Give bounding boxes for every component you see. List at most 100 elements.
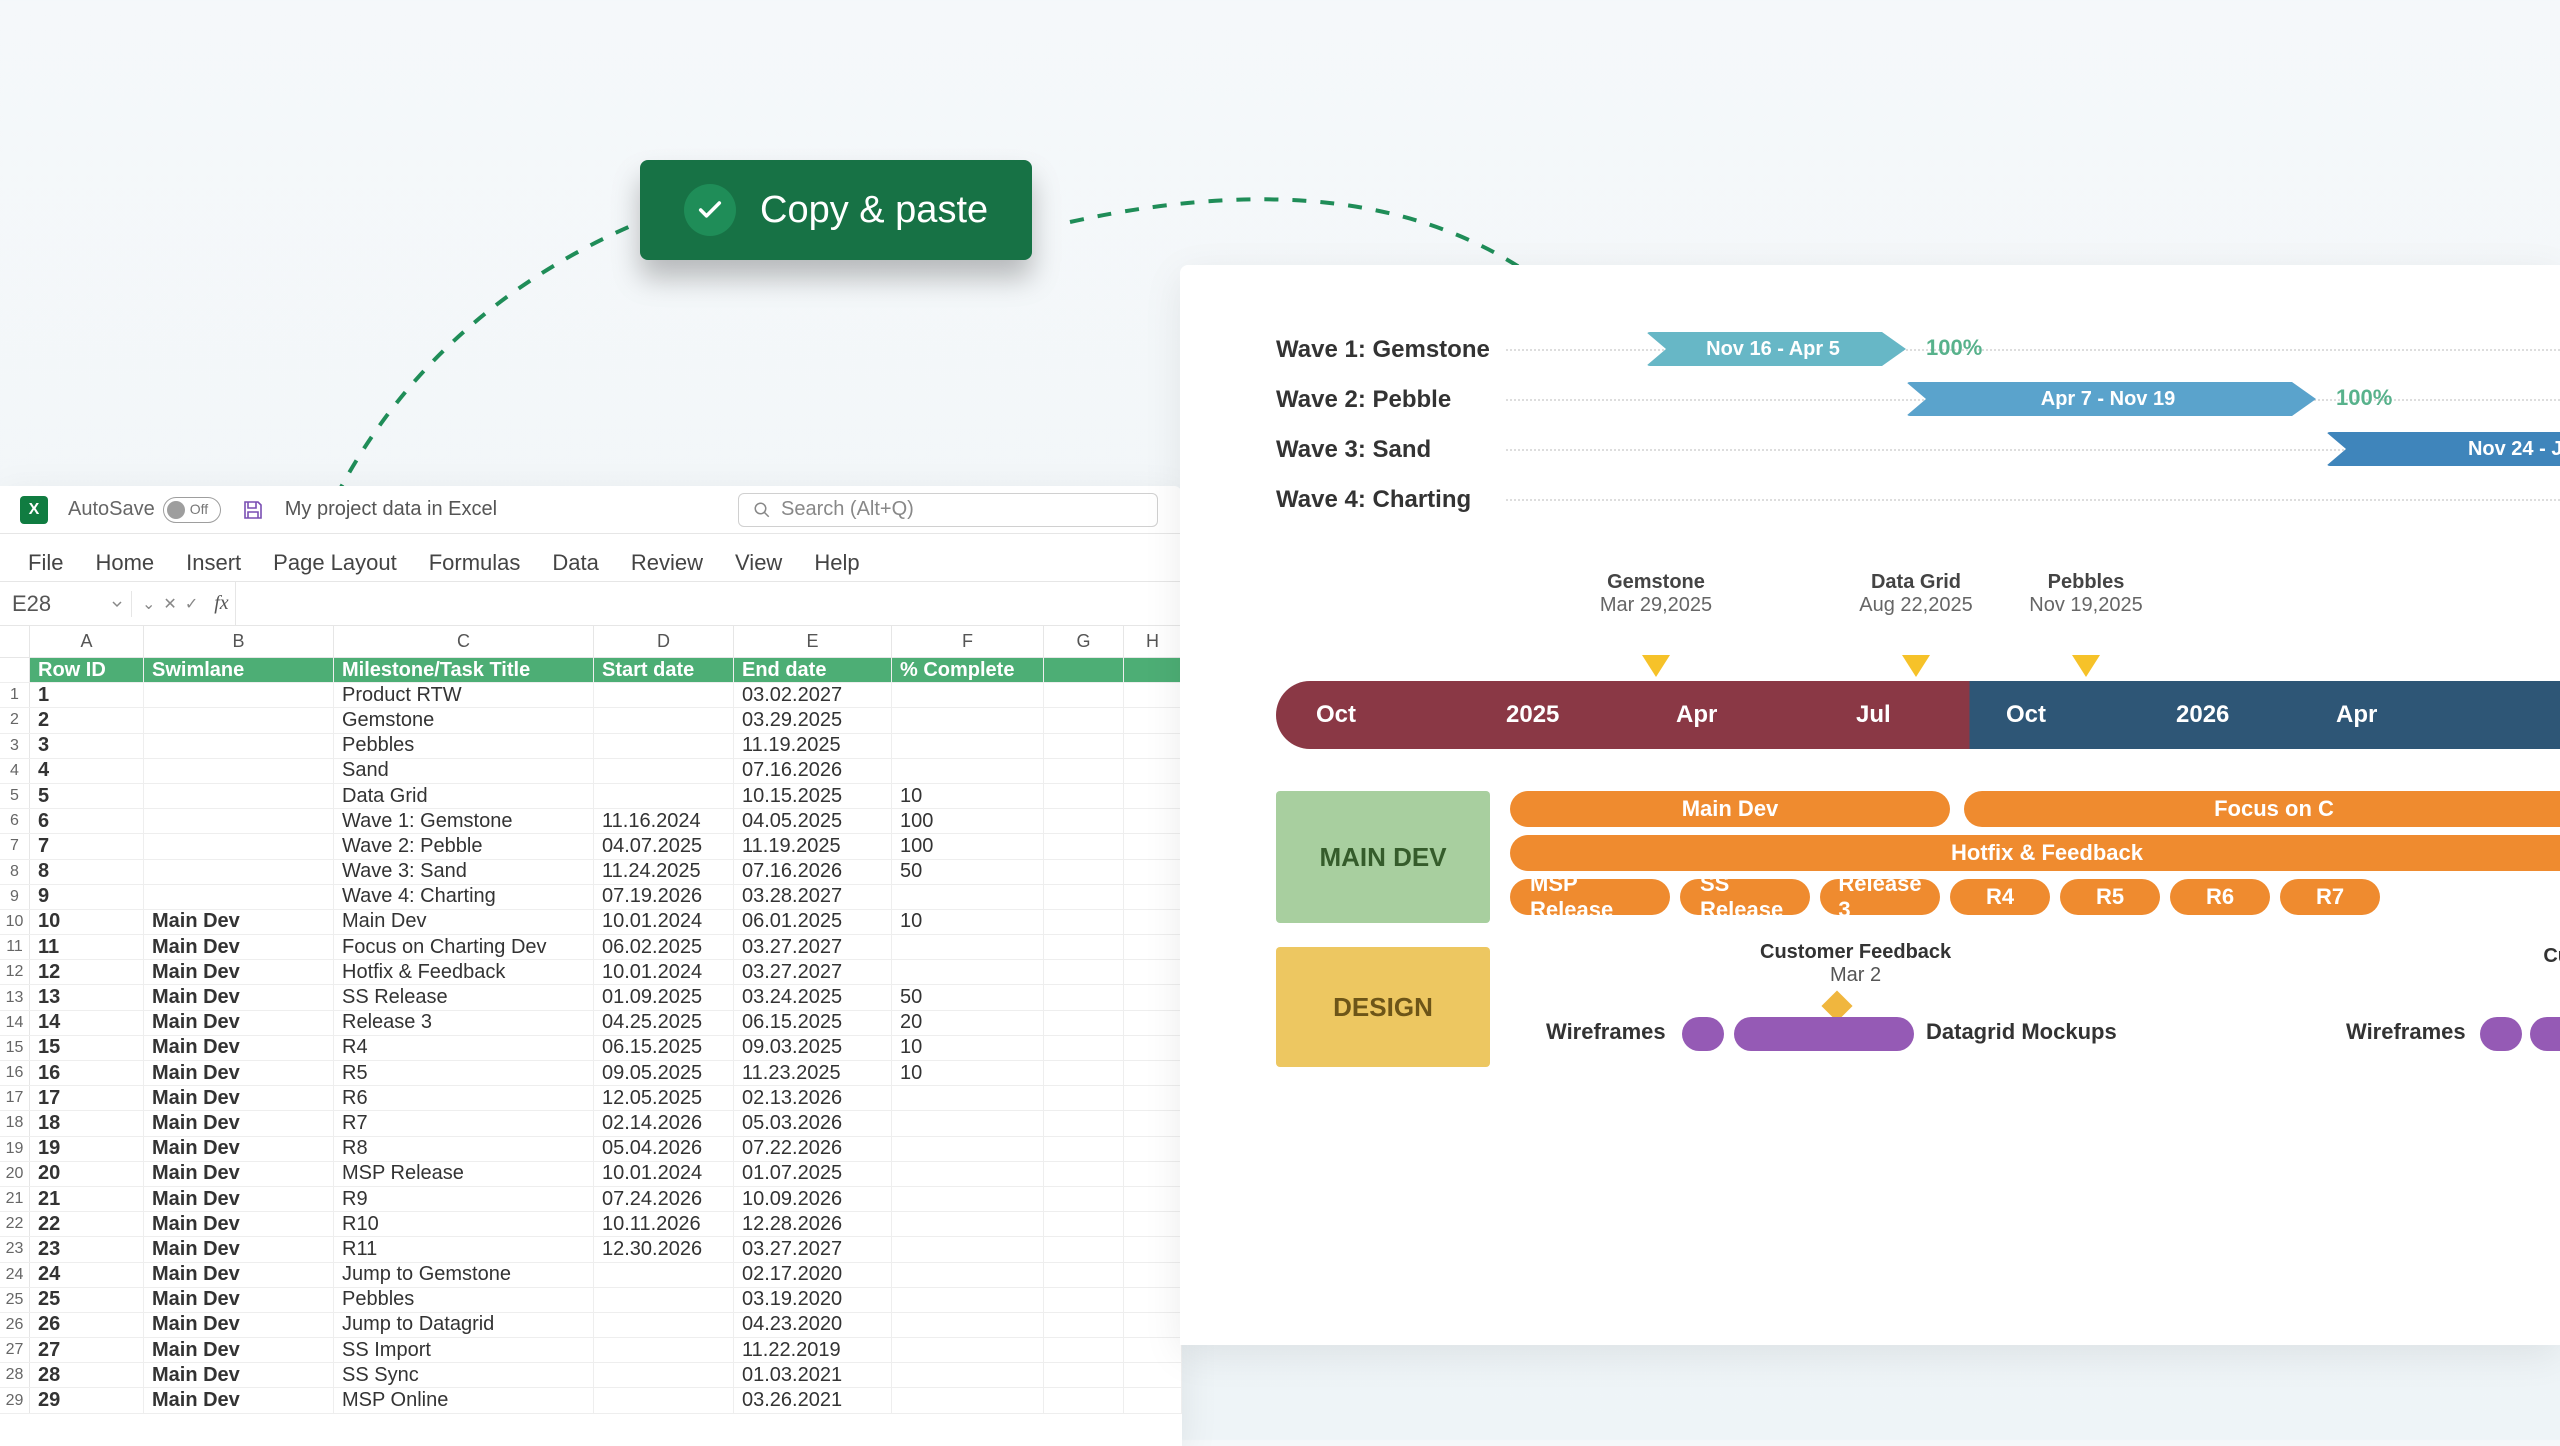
cell[interactable] [1044,985,1124,1009]
cell[interactable]: Jump to Datagrid [334,1313,594,1337]
cell[interactable]: MSP Release [334,1162,594,1186]
cell[interactable]: 01.09.2025 [594,985,734,1009]
cell[interactable]: 03.28.2027 [734,885,892,909]
cell[interactable] [1044,1263,1124,1287]
cell[interactable] [892,1263,1044,1287]
cell[interactable]: 03.24.2025 [734,985,892,1009]
cell[interactable]: 01.03.2021 [734,1363,892,1387]
cell[interactable]: 4 [30,759,144,783]
cell[interactable]: 10 [892,1061,1044,1085]
cell[interactable]: Main Dev [144,935,334,959]
cell[interactable]: SS Import [334,1338,594,1362]
cell[interactable]: Main Dev [144,985,334,1009]
cell[interactable]: 5 [30,784,144,808]
cell[interactable] [1124,759,1182,783]
cell[interactable]: 03.27.2027 [734,935,892,959]
cell[interactable] [1124,885,1182,909]
cell[interactable] [1044,1313,1124,1337]
cell[interactable]: Swimlane [144,658,334,682]
cell[interactable]: Main Dev [144,1388,334,1412]
cell[interactable]: SS Sync [334,1363,594,1387]
cell[interactable]: Pebbles [334,734,594,758]
cell[interactable]: 10 [892,910,1044,934]
cell[interactable]: Hotfix & Feedback [334,960,594,984]
column-header[interactable]: G [1044,626,1124,657]
cell[interactable]: 05.04.2026 [594,1137,734,1161]
cell[interactable] [1044,1086,1124,1110]
down-icon[interactable]: ⌄ [142,594,155,614]
ribbon-tab[interactable]: Insert [186,550,241,576]
cell[interactable] [594,759,734,783]
cell[interactable] [594,1388,734,1412]
cell[interactable] [1124,708,1182,732]
cell[interactable]: 20 [892,1011,1044,1035]
cell[interactable] [1124,860,1182,884]
cell[interactable] [1044,683,1124,707]
cell[interactable]: 26 [30,1313,144,1337]
cell[interactable] [1044,708,1124,732]
cell[interactable] [892,1288,1044,1312]
cell[interactable] [1044,1363,1124,1387]
cell[interactable]: 7 [30,834,144,858]
cell[interactable] [1124,1237,1182,1261]
cell[interactable] [1124,935,1182,959]
cell[interactable]: Main Dev [144,910,334,934]
cell[interactable]: 02.13.2026 [734,1086,892,1110]
cell[interactable]: R10 [334,1212,594,1236]
cell[interactable] [1124,734,1182,758]
cell[interactable]: R4 [334,1036,594,1060]
cell[interactable]: 27 [30,1338,144,1362]
cell[interactable]: Wave 1: Gemstone [334,809,594,833]
column-header[interactable]: D [594,626,734,657]
cell[interactable]: Sand [334,759,594,783]
enter-icon[interactable]: ✓ [185,594,198,614]
cell[interactable]: R7 [334,1111,594,1135]
cell[interactable]: 50 [892,860,1044,884]
cell[interactable]: Milestone/Task Title [334,658,594,682]
name-box[interactable]: E28 [0,591,132,617]
cell[interactable] [1124,1036,1182,1060]
cell[interactable]: 24 [30,1263,144,1287]
cell[interactable] [1124,658,1182,682]
column-header[interactable]: B [144,626,334,657]
cell[interactable] [1124,960,1182,984]
cell[interactable]: 10.11.2026 [594,1212,734,1236]
cell[interactable] [1044,885,1124,909]
cell[interactable] [594,1288,734,1312]
cell[interactable]: Main Dev [144,1086,334,1110]
cell[interactable]: 21 [30,1187,144,1211]
cell[interactable] [594,784,734,808]
cell[interactable]: 05.03.2026 [734,1111,892,1135]
cell[interactable]: 11 [30,935,144,959]
cell[interactable]: Main Dev [334,910,594,934]
cell[interactable]: % Complete [892,658,1044,682]
cell[interactable]: Main Dev [144,1338,334,1362]
cell[interactable] [1044,834,1124,858]
cell[interactable] [1124,1288,1182,1312]
cell[interactable] [144,885,334,909]
cell[interactable]: 22 [30,1212,144,1236]
cell[interactable]: 100 [892,834,1044,858]
cell[interactable]: 8 [30,860,144,884]
cell[interactable] [892,683,1044,707]
cell[interactable]: 23 [30,1237,144,1261]
cell[interactable]: 01.07.2025 [734,1162,892,1186]
cell[interactable]: Main Dev [144,1137,334,1161]
cell[interactable]: 04.25.2025 [594,1011,734,1035]
cell[interactable] [1044,1036,1124,1060]
cell[interactable]: 18 [30,1111,144,1135]
search-input[interactable]: Search (Alt+Q) [738,493,1158,527]
cell[interactable]: Main Dev [144,1363,334,1387]
cell[interactable] [892,960,1044,984]
cell[interactable] [1044,1187,1124,1211]
cell[interactable]: Main Dev [144,1313,334,1337]
ribbon-tab[interactable]: Help [814,550,859,576]
cell[interactable]: 09.03.2025 [734,1036,892,1060]
cell[interactable] [1044,1338,1124,1362]
cell[interactable] [1044,658,1124,682]
cell[interactable]: 07.19.2026 [594,885,734,909]
ribbon-tab[interactable]: File [28,550,63,576]
cell[interactable] [1124,1061,1182,1085]
cell[interactable] [892,708,1044,732]
cell[interactable] [1124,1388,1182,1412]
